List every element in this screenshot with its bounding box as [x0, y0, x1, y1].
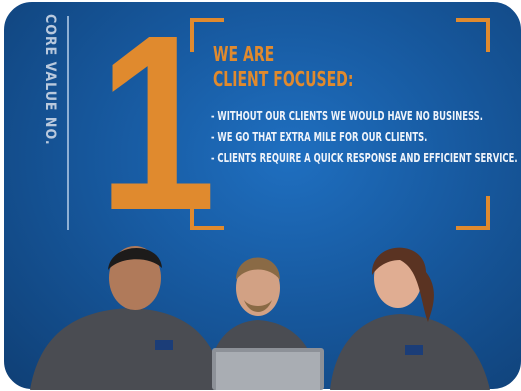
bullet-item: - CLIENTS REQUIRE A QUICK RESPONSE AND E…: [211, 151, 518, 165]
core-value-label: CORE VALUE NO.: [42, 14, 58, 146]
bracket-top-right: [456, 18, 490, 52]
laptop: [212, 348, 324, 390]
person-left: [30, 246, 225, 390]
bracket-bottom-left: [190, 196, 224, 230]
team-photo: [30, 246, 490, 390]
poster-title: WE ARE CLIENT FOCUSED:: [213, 42, 353, 92]
bullet-item: - WITHOUT OUR CLIENTS WE WOULD HAVE NO B…: [211, 109, 483, 123]
title-line-1: WE ARE: [213, 42, 275, 66]
person-right: [330, 247, 490, 390]
bracket-bottom-right: [456, 196, 490, 230]
bullet-item: - WE GO THAT EXTRA MILE FOR OUR CLIENTS.: [211, 130, 428, 144]
value-bullets: - WITHOUT OUR CLIENTS WE WOULD HAVE NO B…: [211, 106, 521, 169]
vertical-divider: [67, 16, 69, 230]
title-line-2: CLIENT FOCUSED:: [213, 67, 354, 91]
